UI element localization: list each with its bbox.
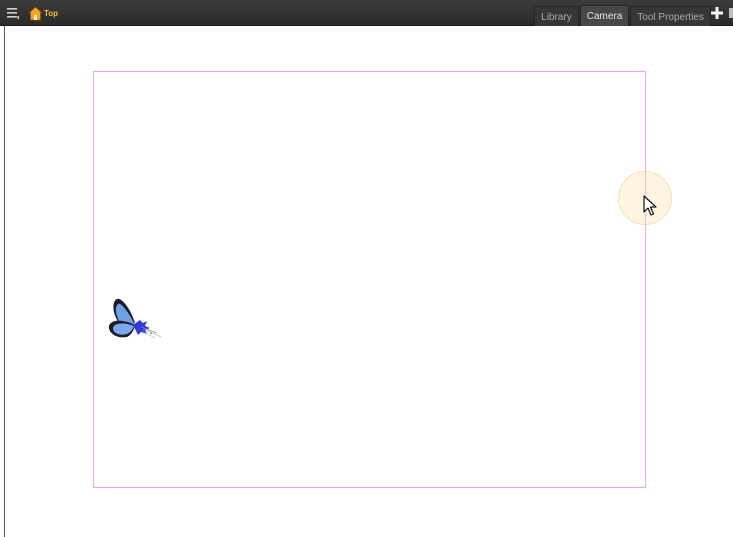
view-border: [4, 26, 5, 537]
close-view-icon[interactable]: [729, 8, 733, 18]
tab-camera[interactable]: Camera: [579, 5, 630, 26]
home-icon: [28, 5, 43, 20]
view-toolbar: Top Library Camera Tool Properties: [0, 0, 733, 26]
tab-tool-properties[interactable]: Tool Properties: [630, 6, 711, 26]
arrow-cursor-icon: [643, 195, 657, 216]
camera-frame: [93, 71, 646, 488]
tab-bar: Library Camera Tool Properties: [533, 5, 711, 26]
breadcrumb-label: Top: [44, 8, 59, 18]
plus-icon[interactable]: [711, 7, 723, 19]
camera-view-window: Top Library Camera Tool Properties: [0, 0, 733, 537]
tab-library[interactable]: Library: [534, 6, 579, 26]
hamburger-menu-icon[interactable]: [6, 6, 20, 20]
breadcrumb[interactable]: Top: [28, 5, 58, 21]
butterfly-drawing[interactable]: [105, 293, 167, 345]
